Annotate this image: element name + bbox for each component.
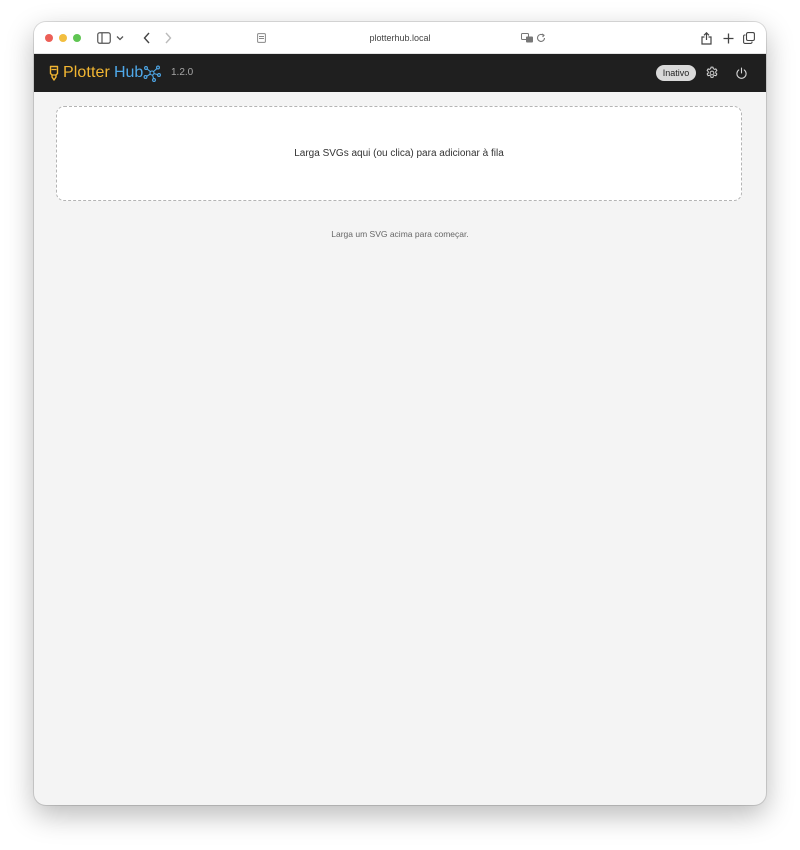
zoom-window-button[interactable] — [73, 34, 81, 42]
browser-toolbar: plotterhub.local — [34, 22, 766, 54]
app-header: Plotter Hub 1.2.0 Inativo — [34, 54, 766, 92]
minimize-window-button[interactable] — [59, 34, 67, 42]
chevron-right-icon — [165, 32, 172, 44]
share-icon — [700, 31, 712, 45]
dropzone-label: Larga SVGs aqui (ou clica) para adiciona… — [294, 148, 504, 159]
chevron-down-icon — [116, 36, 123, 41]
close-window-button[interactable] — [45, 34, 53, 42]
power-icon — [735, 67, 747, 79]
translate-button[interactable] — [520, 28, 534, 48]
translate-icon — [520, 33, 533, 43]
sidebar-icon — [96, 32, 111, 44]
address-bar[interactable]: plotterhub.local — [294, 30, 506, 46]
reload-icon — [537, 33, 546, 42]
reload-button[interactable] — [535, 28, 547, 48]
page-icon — [256, 33, 266, 43]
status-badge: Inativo — [656, 65, 696, 81]
chevron-left-icon — [143, 32, 150, 44]
empty-queue-hint: Larga um SVG acima para começar. — [331, 229, 469, 239]
brand-logo[interactable]: Plotter Hub — [48, 62, 162, 84]
reader-button[interactable] — [255, 28, 267, 48]
new-tab-button[interactable] — [721, 28, 735, 48]
tab-overview-button[interactable] — [742, 28, 756, 48]
forward-button[interactable] — [161, 28, 175, 48]
gear-icon — [706, 66, 718, 78]
plus-icon — [723, 33, 733, 43]
sidebar-toggle-button[interactable] — [95, 28, 125, 48]
brand-name-primary: Plotter — [63, 64, 110, 81]
browser-window: plotterhub.local Plotter Hub 1.2.0 Inati… — [34, 22, 766, 805]
app-version: 1.2.0 — [171, 67, 194, 78]
svg-dropzone[interactable]: Larga SVGs aqui (ou clica) para adiciona… — [56, 106, 742, 201]
share-button[interactable] — [699, 28, 713, 48]
graph-icon — [143, 65, 162, 82]
back-button[interactable] — [140, 28, 154, 48]
pen-icon — [49, 65, 59, 81]
power-button[interactable] — [732, 64, 750, 82]
tabs-icon — [743, 32, 755, 44]
settings-button[interactable] — [703, 64, 721, 82]
brand-name-secondary: Hub — [113, 64, 144, 81]
